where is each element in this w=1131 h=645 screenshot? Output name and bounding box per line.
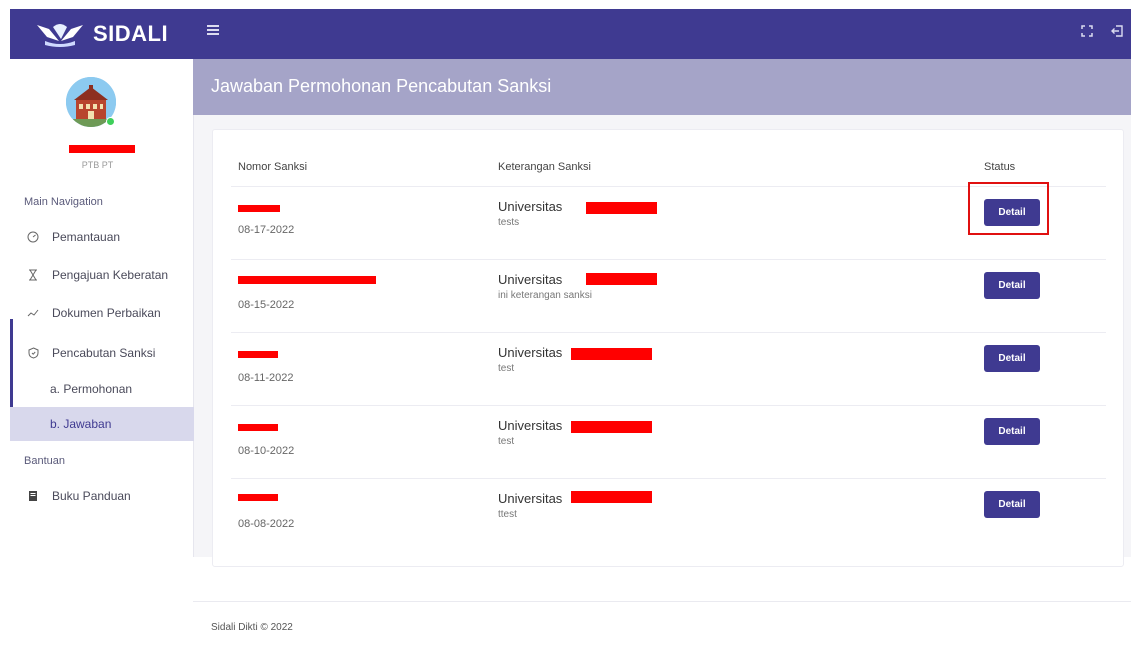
user-role: PTB PT: [81, 160, 114, 170]
redacted-nomor: [238, 351, 278, 358]
section-main-navigation: Main Navigation: [24, 196, 103, 208]
detail-button[interactable]: Detail: [984, 272, 1040, 299]
sidebar-item-label: Buku Panduan: [52, 489, 131, 503]
row-date: 08-11-2022: [238, 372, 294, 384]
fullscreen-icon[interactable]: [1080, 24, 1094, 38]
sidebar-item-jawaban[interactable]: b. Jawaban: [10, 407, 194, 441]
sidebar-item-pengajuan-keberatan[interactable]: Pengajuan Keberatan: [10, 258, 194, 292]
sidebar-item-permohonan[interactable]: a. Permohonan: [10, 372, 194, 406]
app-name: SIDALI: [92, 21, 169, 46]
sidebar-item-dokumen-perbaikan[interactable]: Dokumen Perbaikan: [10, 296, 194, 330]
row-university: Universitas: [498, 272, 563, 287]
redacted-nomor: [238, 494, 278, 501]
sidebar-item-label: b. Jawaban: [50, 417, 112, 431]
sidebar-item-label: Pencabutan Sanksi: [52, 346, 156, 360]
sidebar-item-buku-panduan[interactable]: Buku Panduan: [10, 479, 194, 513]
trend-icon: [26, 306, 40, 320]
table-row: 08-11-2022 Universitas test Detail: [231, 332, 1106, 405]
row-date: 08-08-2022: [238, 518, 295, 530]
book-logo-icon: [36, 24, 83, 47]
table-row: 08-10-2022 Universitas test Detail: [231, 405, 1106, 478]
online-status-dot: [106, 117, 115, 126]
redacted-nomor: [238, 205, 280, 212]
top-strip: [0, 0, 1131, 9]
footer: Sidali Dikti © 2022: [193, 601, 1131, 645]
sidebar-item-label: Pemantauan: [52, 230, 121, 244]
redacted-university-name: [571, 348, 652, 360]
redacted-username: [69, 145, 135, 153]
row-date: 08-15-2022: [238, 299, 295, 311]
page-header: Jawaban Permohonan Pencabutan Sanksi: [193, 59, 1131, 115]
sidebar-item-label: a. Permohonan: [50, 382, 133, 396]
table-row: 08-08-2022 Universitas ttest Detail: [231, 478, 1106, 551]
row-date: 08-17-2022: [238, 224, 295, 236]
highlight-annotation-box: [968, 182, 1049, 235]
column-header-keterangan: Keterangan Sanksi: [498, 161, 591, 173]
column-header-nomor: Nomor Sanksi: [238, 161, 308, 173]
column-header-status: Status: [984, 161, 1016, 173]
row-university: Universitas: [498, 418, 563, 433]
detail-button[interactable]: Detail: [984, 418, 1040, 445]
sidebar-item-pemantauan[interactable]: Pemantauan: [10, 220, 194, 254]
row-note: ttest: [498, 509, 517, 520]
sidebar-item-label: Pengajuan Keberatan: [52, 268, 169, 282]
footer-copyright: Sidali Dikti © 2022: [211, 622, 293, 633]
page-title: Jawaban Permohonan Pencabutan Sanksi: [211, 76, 552, 96]
sidebar-item-pencabutan-sanksi[interactable]: Pencabutan Sanksi: [10, 336, 194, 370]
hamburger-icon[interactable]: [207, 25, 219, 35]
table-row: 08-15-2022 Universitas ini keterangan sa…: [231, 259, 1106, 332]
redacted-university-name: [571, 491, 652, 503]
row-note: test: [498, 363, 515, 374]
row-note: tests: [498, 217, 520, 228]
detail-button[interactable]: Detail: [984, 491, 1040, 518]
logout-icon[interactable]: [1110, 24, 1124, 38]
sidebar-item-label: Dokumen Perbaikan: [52, 306, 161, 320]
shield-icon: [26, 346, 40, 360]
top-navbar: [193, 9, 1131, 59]
redacted-university-name: [586, 202, 657, 214]
row-university: Universitas: [498, 345, 563, 360]
brand[interactable]: SIDALI: [10, 9, 193, 59]
row-note: test: [498, 436, 515, 447]
sidebar: PTB PT Main Navigation Pemantauan Pengaj…: [10, 59, 194, 557]
row-date: 08-10-2022: [238, 445, 295, 457]
redacted-nomor: [238, 424, 278, 431]
row-note: ini keterangan sanksi: [498, 290, 592, 301]
redacted-university-name: [571, 421, 652, 433]
detail-button[interactable]: Detail: [984, 345, 1040, 372]
redacted-university-name: [586, 273, 657, 285]
row-university: Universitas: [498, 199, 563, 214]
section-bantuan: Bantuan: [24, 455, 65, 467]
row-university: Universitas: [498, 491, 563, 506]
redacted-nomor: [238, 276, 376, 284]
book-icon: [26, 489, 40, 503]
gauge-icon: [26, 230, 40, 244]
hourglass-icon: [26, 268, 40, 282]
